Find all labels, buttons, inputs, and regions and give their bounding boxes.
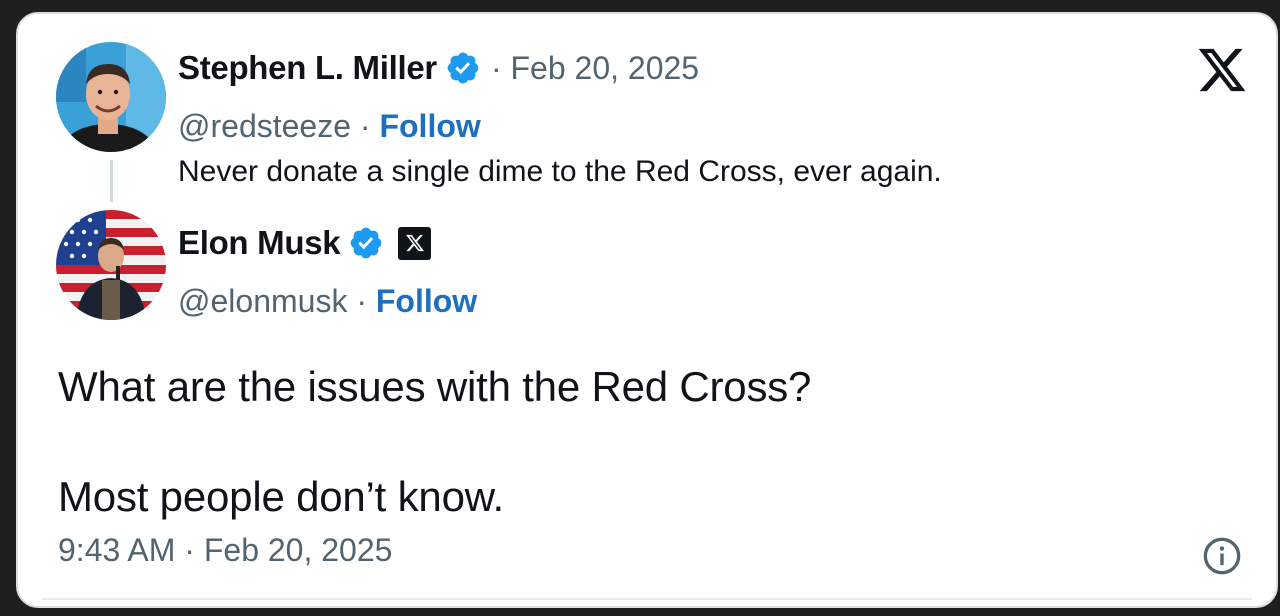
follow-button[interactable]: Follow [379, 108, 480, 144]
reply-handle-row: @elonmusk · Follow [178, 283, 477, 320]
user-handle[interactable]: @redsteeze [178, 108, 351, 144]
x-affiliate-badge-icon[interactable] [398, 226, 432, 260]
thread-connector-line [110, 160, 113, 202]
verified-badge-icon [447, 52, 479, 84]
separator-dot: · [356, 283, 376, 319]
display-name[interactable]: Elon Musk [178, 224, 341, 262]
reply-tweet-text-line: What are the issues with the Red Cross? [58, 363, 812, 410]
parent-tweet-header: Stephen L. Miller · Feb 20, 2025 [178, 46, 699, 90]
embedded-tweet-card[interactable]: Stephen L. Miller · Feb 20, 2025 @redste… [16, 12, 1278, 608]
tweet-date[interactable]: · Feb 20, 2025 [491, 50, 699, 87]
display-name[interactable]: Stephen L. Miller [178, 49, 437, 87]
card-divider [42, 598, 1252, 600]
reply-tweet-header: Elon Musk [178, 221, 432, 265]
follow-button[interactable]: Follow [376, 283, 477, 319]
parent-tweet-text: Never donate a single dime to the Red Cr… [178, 155, 942, 188]
avatar-elon-musk[interactable] [56, 210, 166, 320]
verified-badge-icon [350, 227, 382, 259]
screenshot-frame: Stephen L. Miller · Feb 20, 2025 @redste… [0, 0, 1280, 616]
user-handle[interactable]: @elonmusk [178, 283, 347, 319]
reply-tweet-text-line: Most people don’t know. [58, 473, 505, 520]
x-logo-icon[interactable] [1196, 44, 1248, 96]
x-logo-icon [405, 234, 424, 252]
tweet-timestamp[interactable]: 9:43 AM · Feb 20, 2025 [58, 532, 392, 569]
separator-dot: · [359, 108, 380, 144]
info-icon[interactable] [1202, 536, 1242, 576]
avatar-stephen-miller[interactable] [56, 42, 166, 152]
parent-handle-row: @redsteeze · Follow [178, 108, 481, 145]
